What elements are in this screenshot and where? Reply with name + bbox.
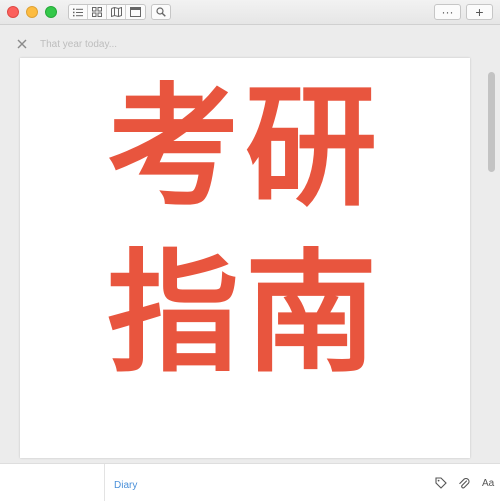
poster-text-line-2: 指南 [107,237,383,391]
tag-button[interactable] [434,476,448,490]
paperclip-icon [459,477,470,488]
calendar-icon [130,7,141,17]
grid-icon [92,7,102,17]
map-icon [110,7,122,17]
vertical-scrollbar[interactable] [488,72,495,172]
window-titlebar: ··· + [0,0,500,25]
view-switcher [68,4,146,20]
journal-selector[interactable]: Diary [114,480,137,491]
poster-text-line-1: 考研 [107,71,383,225]
zoom-window-button[interactable] [45,6,57,18]
footer-sidebar-panel [0,464,105,501]
search-button[interactable] [151,4,171,20]
minimize-window-button[interactable] [26,6,38,18]
font-settings-button[interactable]: Aa [482,478,494,489]
list-icon [73,8,83,16]
entry-title-input[interactable] [40,37,420,51]
entry-image: 考研 指南 [20,58,470,458]
attachment-button[interactable] [457,476,471,490]
tag-icon [435,477,447,489]
entry-footer: Diary Aa [0,463,500,501]
grid-view-button[interactable] [88,5,107,19]
close-entry-icon[interactable] [15,37,29,51]
more-button[interactable]: ··· [434,4,461,20]
map-view-button[interactable] [107,5,126,19]
calendar-view-button[interactable] [126,5,145,19]
close-window-button[interactable] [7,6,19,18]
add-entry-button[interactable]: + [466,4,493,20]
magnifier-icon [156,7,166,17]
list-view-button[interactable] [69,5,88,19]
